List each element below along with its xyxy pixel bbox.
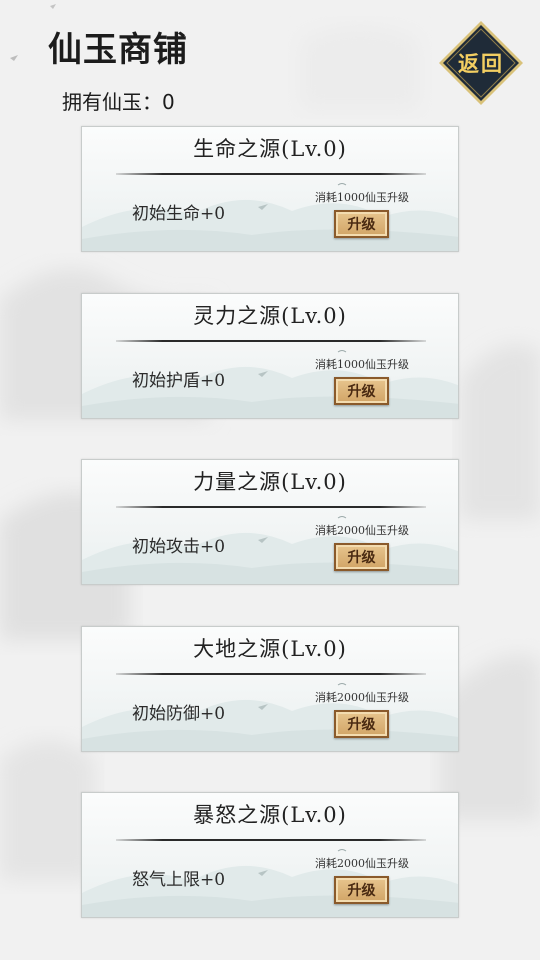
upgrade-button[interactable]: 升级 xyxy=(334,710,389,738)
title-divider xyxy=(116,173,426,175)
jade-balance: 拥有仙玉：0 xyxy=(62,90,175,114)
card-stat: 初始护盾+0 xyxy=(132,371,226,391)
title-divider xyxy=(116,506,426,508)
title-divider xyxy=(116,340,426,342)
card-stat: 初始攻击+0 xyxy=(132,537,226,557)
upgrade-button[interactable]: 升级 xyxy=(334,377,389,405)
upgrade-card-fury: 暴怒之源(Lv.0) 怒气上限+0 消耗2000仙玉升级 升级 xyxy=(81,792,459,918)
upgrade-cost: 消耗2000仙玉升级 xyxy=(315,691,409,704)
upgrade-cost: 消耗2000仙玉升级 xyxy=(315,857,409,870)
upgrade-button[interactable]: 升级 xyxy=(334,543,389,571)
upgrade-card-life: 生命之源(Lv.0) 初始生命+0 消耗1000仙玉升级 升级 xyxy=(81,126,459,252)
upgrade-button[interactable]: 升级 xyxy=(334,210,389,238)
upgrade-button[interactable]: 升级 xyxy=(334,876,389,904)
card-stat: 初始生命+0 xyxy=(132,204,226,224)
upgrade-card-strength: 力量之源(Lv.0) 初始攻击+0 消耗2000仙玉升级 升级 xyxy=(81,459,459,585)
upgrade-cost: 消耗2000仙玉升级 xyxy=(315,524,409,537)
card-title: 灵力之源(Lv.0) xyxy=(193,304,347,328)
card-stat: 怒气上限+0 xyxy=(132,870,226,890)
card-title: 生命之源(Lv.0) xyxy=(193,137,347,161)
card-title: 暴怒之源(Lv.0) xyxy=(193,803,347,827)
upgrade-cost: 消耗1000仙玉升级 xyxy=(315,191,409,204)
upgrade-card-earth: 大地之源(Lv.0) 初始防御+0 消耗2000仙玉升级 升级 xyxy=(81,626,459,752)
back-button[interactable]: 返回 xyxy=(438,20,524,106)
upgrade-card-spirit: 灵力之源(Lv.0) 初始护盾+0 消耗1000仙玉升级 升级 xyxy=(81,293,459,419)
card-stat: 初始防御+0 xyxy=(132,704,226,724)
upgrade-cost: 消耗1000仙玉升级 xyxy=(315,358,409,371)
card-title: 大地之源(Lv.0) xyxy=(193,637,347,661)
title-divider xyxy=(116,839,426,841)
page-title: 仙玉商铺 xyxy=(48,30,188,70)
title-divider xyxy=(116,673,426,675)
back-button-label: 返回 xyxy=(458,51,504,76)
card-title: 力量之源(Lv.0) xyxy=(193,470,347,494)
